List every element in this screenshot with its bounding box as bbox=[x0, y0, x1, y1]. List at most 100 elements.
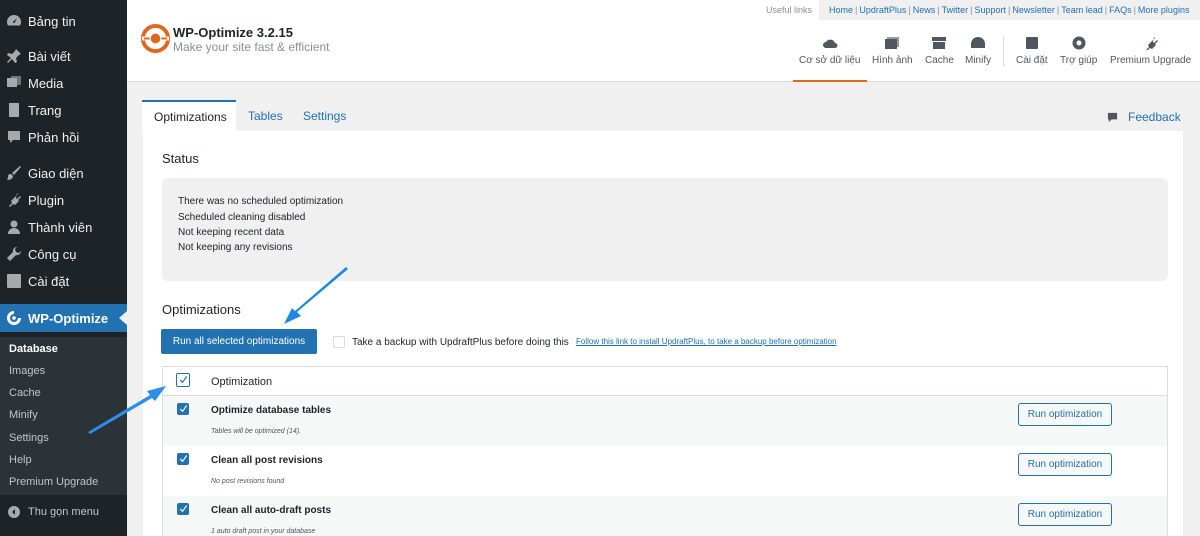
row-title: Optimize database tables bbox=[211, 405, 332, 416]
table-row: Optimize database tables Tables will be … bbox=[163, 396, 1167, 446]
lifebuoy-icon bbox=[1072, 36, 1086, 50]
install-updraftplus-link[interactable]: Follow this link to install UpdraftPlus,… bbox=[576, 337, 837, 346]
plugin-upgrade-icon bbox=[1145, 37, 1158, 50]
nav-label: Trợ giúp bbox=[1060, 55, 1098, 66]
row-description: Tables will be optimized (14). bbox=[211, 428, 302, 435]
dashboard-icon bbox=[0, 13, 28, 29]
sidebar-item-plugins[interactable]: Plugin bbox=[0, 187, 127, 213]
feedback-link[interactable]: Feedback bbox=[1107, 110, 1181, 124]
backup-checkbox[interactable] bbox=[333, 336, 345, 348]
submenu-premium-upgrade[interactable]: Premium Upgrade bbox=[9, 476, 98, 488]
status-line: There was no scheduled optimization bbox=[178, 196, 344, 207]
row-description: No post revisions found bbox=[211, 478, 285, 485]
link-more-plugins[interactable]: More plugins bbox=[1138, 5, 1190, 15]
archive-icon bbox=[932, 37, 947, 49]
run-optimization-button[interactable]: Run optimization bbox=[1018, 503, 1112, 526]
sidebar-item-users[interactable]: Thành viên bbox=[0, 214, 127, 240]
sidebar-item-media[interactable]: Media bbox=[0, 70, 127, 96]
run-optimization-button[interactable]: Run optimization bbox=[1018, 403, 1112, 426]
table-header: Optimization bbox=[163, 367, 1167, 396]
page-icon bbox=[0, 102, 28, 118]
select-all-checkbox[interactable] bbox=[176, 373, 190, 387]
sidebar-item-label: Trang bbox=[28, 102, 62, 118]
sidebar-item-label: Thành viên bbox=[28, 219, 93, 235]
comment-icon bbox=[0, 129, 28, 145]
useful-links-label: Useful links bbox=[766, 5, 813, 15]
admin-sidebar: Bảng tin Bài viết Media Trang Phản hồi G… bbox=[0, 0, 127, 536]
sidebar-item-label: WP-Optimize bbox=[28, 310, 109, 326]
status-line: Not keeping recent data bbox=[178, 227, 285, 238]
row-checkbox[interactable] bbox=[177, 503, 189, 515]
pin-icon bbox=[0, 48, 28, 64]
tab-optimizations[interactable]: Optimizations bbox=[142, 100, 236, 131]
nav-settings[interactable]: Cài đặt bbox=[1016, 36, 1048, 82]
sidebar-item-label: Bảng tin bbox=[28, 13, 76, 29]
wrench-icon bbox=[0, 246, 28, 262]
status-line: Scheduled cleaning disabled bbox=[178, 212, 306, 223]
submenu-settings[interactable]: Settings bbox=[9, 432, 49, 444]
submenu-images[interactable]: Images bbox=[9, 365, 45, 377]
link-twitter[interactable]: Twitter bbox=[942, 5, 969, 15]
link-faqs[interactable]: FAQs bbox=[1109, 5, 1132, 15]
link-news[interactable]: News bbox=[913, 5, 936, 15]
sidebar-item-label: Giao diện bbox=[28, 165, 84, 181]
plugin-subtitle: Make your site fast & efficient bbox=[173, 40, 330, 54]
run-optimization-button[interactable]: Run optimization bbox=[1018, 453, 1112, 476]
plugin-icon bbox=[0, 192, 28, 208]
sidebar-item-label: Bài viết bbox=[28, 48, 71, 64]
link-updraftplus[interactable]: UpdraftPlus bbox=[859, 5, 906, 15]
check-icon bbox=[179, 404, 187, 412]
dashboard-gauge-icon bbox=[971, 37, 986, 48]
submenu-cache[interactable]: Cache bbox=[9, 387, 41, 399]
sidebar-item-label: Cài đặt bbox=[28, 273, 70, 289]
nav-minify[interactable]: Minify bbox=[965, 36, 991, 82]
sidebar-item-label: Media bbox=[28, 75, 64, 91]
collapse-menu-button[interactable]: Thu gọn menu bbox=[0, 499, 127, 525]
nav-images[interactable]: Hình ảnh bbox=[872, 36, 913, 82]
plugin-title: WP-Optimize 3.2.15 bbox=[173, 25, 293, 40]
submenu-minify[interactable]: Minify bbox=[9, 409, 38, 421]
collapse-label: Thu gọn menu bbox=[28, 506, 99, 518]
row-description: 1 auto draft post in your database bbox=[211, 528, 316, 535]
sidebar-item-comments[interactable]: Phản hồi bbox=[0, 124, 127, 150]
nav-cache[interactable]: Cache bbox=[925, 36, 954, 82]
row-checkbox[interactable] bbox=[177, 453, 189, 465]
sidebar-item-tools[interactable]: Công cụ bbox=[0, 241, 127, 267]
nav-label: Cài đặt bbox=[1016, 55, 1048, 66]
wp-optimize-logo bbox=[140, 23, 171, 54]
nav-database[interactable]: Cơ sở dữ liệu bbox=[793, 36, 866, 82]
sidebar-item-pages[interactable]: Trang bbox=[0, 97, 127, 123]
status-line: Not keeping any revisions bbox=[178, 242, 293, 253]
backup-label: Take a backup with UpdraftPlus before do… bbox=[352, 337, 569, 348]
useful-links-bar: Home | UpdraftPlus | News | Twitter | Suppor… bbox=[819, 0, 1200, 20]
user-icon bbox=[0, 219, 28, 235]
row-title: Clean all auto-draft posts bbox=[211, 505, 332, 516]
row-checkbox[interactable] bbox=[177, 403, 189, 415]
check-icon bbox=[179, 504, 187, 512]
nav-divider bbox=[1003, 36, 1004, 66]
link-home[interactable]: Home bbox=[829, 5, 853, 15]
nav-help[interactable]: Trợ giúp bbox=[1060, 36, 1097, 82]
sidebar-item-label: Plugin bbox=[28, 192, 65, 208]
link-support[interactable]: Support bbox=[974, 5, 1006, 15]
nav-label: Minify bbox=[965, 55, 992, 66]
column-header-optimization: Optimization bbox=[211, 376, 273, 388]
check-icon bbox=[179, 454, 187, 462]
nav-premium-upgrade[interactable]: Premium Upgrade bbox=[1110, 36, 1191, 82]
nav-label: Cache bbox=[925, 55, 954, 66]
sidebar-item-settings[interactable]: Cài đặt bbox=[0, 268, 127, 294]
tab-tables[interactable]: Tables bbox=[236, 100, 295, 131]
feedback-label: Feedback bbox=[1128, 110, 1181, 124]
tab-settings[interactable]: Settings bbox=[291, 100, 358, 131]
run-all-optimizations-button[interactable]: Run all selected optimizations bbox=[161, 329, 317, 354]
sidebar-item-dashboard[interactable]: Bảng tin bbox=[0, 8, 127, 34]
submenu-database[interactable]: Database bbox=[9, 343, 58, 355]
plugin-header: WP-Optimize 3.2.15 Make your site fast &… bbox=[127, 0, 1200, 82]
collapse-icon bbox=[0, 504, 28, 520]
submenu-help[interactable]: Help bbox=[9, 454, 32, 466]
sidebar-item-appearance[interactable]: Giao diện bbox=[0, 160, 127, 186]
link-newsletter[interactable]: Newsletter bbox=[1012, 5, 1055, 15]
sidebar-item-posts[interactable]: Bài viết bbox=[0, 43, 127, 69]
link-team-lead[interactable]: Team lead bbox=[1061, 5, 1103, 15]
sidebar-item-wp-optimize[interactable]: WP-Optimize bbox=[0, 304, 127, 332]
